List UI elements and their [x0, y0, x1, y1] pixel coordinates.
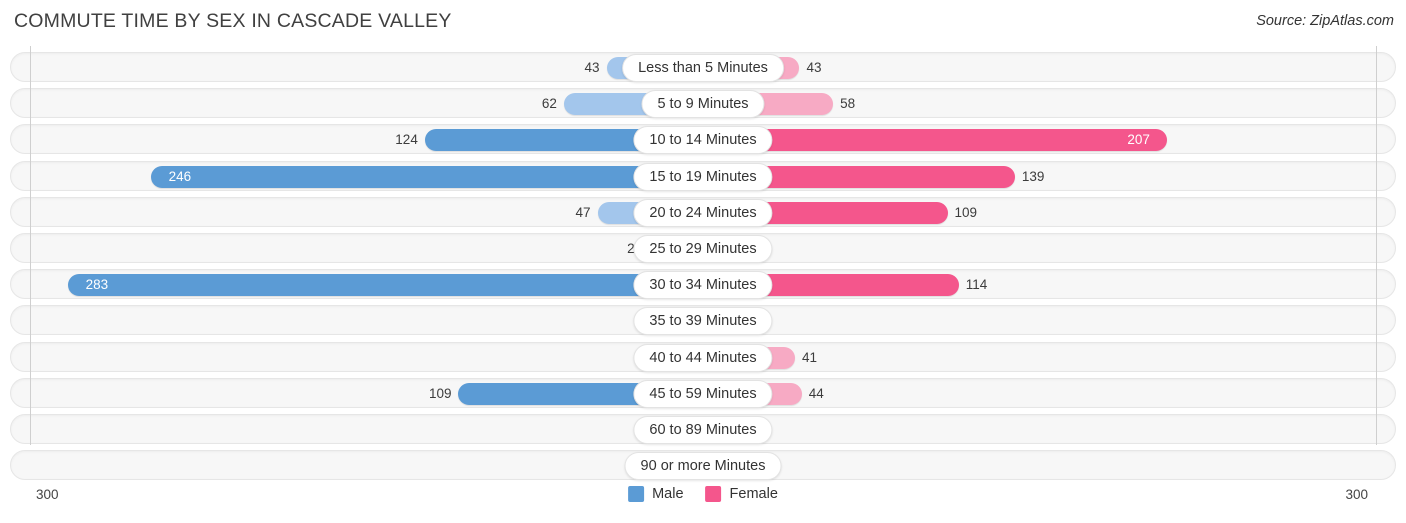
category-label: 45 to 59 Minutes — [633, 379, 773, 408]
category-label: 25 to 29 Minutes — [633, 235, 773, 263]
bar-value-female: 109 — [954, 204, 978, 220]
legend-label: Female — [729, 486, 778, 502]
source-attribution: Source: ZipAtlas.com — [1256, 13, 1394, 29]
chart-row: 246 139 15 to 19 Minutes — [10, 160, 1396, 191]
bar-value-female: 43 — [806, 60, 822, 75]
bar-value-male: 43 — [584, 60, 600, 75]
bar-male[interactable] — [68, 274, 703, 297]
category-label: 40 to 44 Minutes — [633, 343, 773, 372]
axis-max-right: 300 — [1345, 487, 1368, 502]
bar-value-female: 41 — [801, 349, 817, 365]
legend-item[interactable]: Male — [628, 486, 684, 502]
axis-line-left — [30, 46, 31, 445]
category-label: 30 to 34 Minutes — [633, 271, 773, 300]
chart-row: 43 43 Less than 5 Minutes — [10, 52, 1396, 82]
chart-row: 62 58 5 to 9 Minutes — [10, 88, 1396, 119]
bar-value-female: 207 — [1127, 132, 1150, 148]
bar-value-male: 246 — [168, 168, 192, 184]
chart-row: 25090 or more Minutes — [10, 450, 1396, 481]
page-title: COMMUTE TIME BY SEX IN CASCADE VALLEY — [14, 10, 452, 32]
bar-male[interactable] — [151, 165, 703, 188]
bar-value-male: 124 — [395, 132, 418, 148]
chart-legend: Male Female — [628, 486, 778, 502]
category-label: Less than 5 Minutes — [622, 54, 784, 82]
bar-value-female: 58 — [840, 96, 856, 112]
chart-row: 24025 to 29 Minutes — [10, 233, 1396, 263]
diverging-bar-chart: 43 43 Less than 5 Minutes 62 58 5 to 9 Minute… — [0, 46, 1406, 483]
category-label: 35 to 39 Minutes — [633, 307, 773, 336]
bar-value-male: 109 — [428, 385, 452, 401]
bar-value-male: 47 — [575, 204, 591, 220]
bar-value-female: 44 — [808, 385, 824, 401]
chart-header: COMMUTE TIME BY SEX IN CASCADE VALLEY So… — [0, 0, 1406, 46]
category-label: 10 to 14 Minutes — [633, 126, 773, 155]
category-label: 20 to 24 Minutes — [633, 198, 773, 227]
legend-item[interactable]: Female — [705, 486, 778, 502]
legend-swatch — [705, 486, 722, 502]
chart-row: 47 109 20 to 24 Minutes — [10, 196, 1396, 227]
axis-max-left: 300 — [36, 487, 59, 502]
bar-value-male: 62 — [541, 96, 557, 112]
bar-value-female: 114 — [965, 277, 988, 293]
category-label: 15 to 19 Minutes — [633, 162, 773, 191]
chart-footer: 300 300 Male Female — [0, 483, 1406, 523]
legend-label: Male — [652, 486, 684, 502]
chart-row: 0060 to 89 Minutes — [10, 414, 1396, 444]
chart-row: 124 207 10 to 14 Minutes — [10, 124, 1396, 155]
axis-line-right — [1376, 46, 1377, 445]
chart-row: 04140 to 44 Minutes — [10, 341, 1396, 372]
category-label: 5 to 9 Minutes — [641, 90, 765, 119]
legend-swatch — [628, 486, 645, 502]
bar-value-male: 283 — [85, 277, 109, 293]
bar-female[interactable] — [703, 129, 1168, 152]
category-label: 60 to 89 Minutes — [633, 416, 773, 444]
category-label: 90 or more Minutes — [624, 452, 782, 481]
chart-row: 109 44 45 to 59 Minutes — [10, 377, 1396, 408]
chart-row: 0035 to 39 Minutes — [10, 305, 1396, 336]
chart-row: 283 114 30 to 34 Minutes — [10, 269, 1396, 300]
bar-value-female: 139 — [1021, 168, 1045, 184]
